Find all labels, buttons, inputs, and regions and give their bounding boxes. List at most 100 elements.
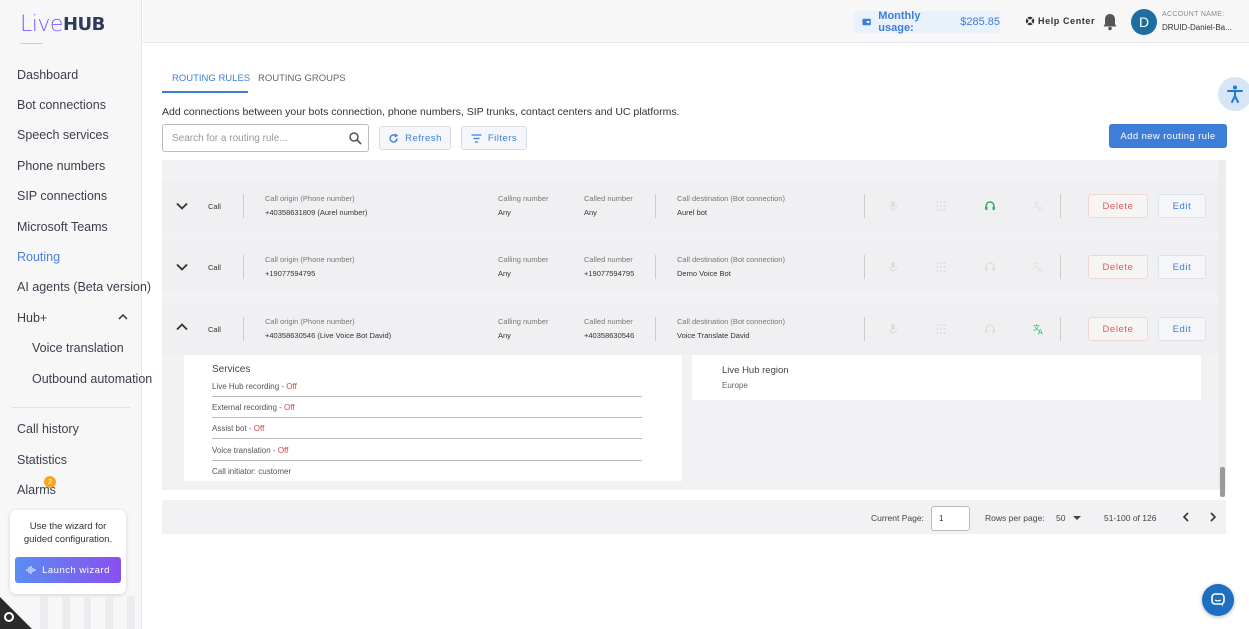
origin-value: +40358630546 (Live Voice Bot David) bbox=[265, 331, 392, 340]
lifebuoy-icon bbox=[1025, 16, 1035, 26]
chevron-up-icon[interactable] bbox=[118, 312, 128, 322]
destination-value: Demo Voice Bot bbox=[677, 269, 731, 278]
service-assist-bot: Assist bot - Off bbox=[212, 424, 265, 433]
chat-launcher-button[interactable] bbox=[1202, 584, 1234, 616]
translate-icon: 文A bbox=[1033, 200, 1043, 213]
next-page-icon[interactable] bbox=[1206, 510, 1220, 524]
delete-button[interactable]: Delete bbox=[1088, 194, 1148, 218]
caret-down-icon bbox=[1072, 516, 1081, 520]
headset-agent-icon bbox=[985, 201, 995, 210]
called-header: Called number bbox=[584, 317, 633, 326]
sidebar-item-ai-agents[interactable]: AI agents (Beta version) bbox=[17, 280, 151, 294]
page-description: Add connections between your bots connec… bbox=[162, 106, 680, 118]
current-page-input[interactable]: 1 bbox=[931, 506, 970, 531]
page-range: 51-100 of 126 bbox=[1104, 513, 1157, 523]
row-separator bbox=[243, 317, 244, 341]
delete-button[interactable]: Delete bbox=[1088, 255, 1148, 279]
sidebar-item-voice-translation[interactable]: Voice translation bbox=[32, 341, 124, 355]
microphone-icon bbox=[889, 262, 897, 272]
sidebar-item-speech-services[interactable]: Speech services bbox=[17, 128, 109, 142]
edit-button[interactable]: Edit bbox=[1158, 255, 1206, 279]
logo-divider bbox=[20, 43, 42, 44]
chevron-down-icon[interactable] bbox=[176, 262, 188, 272]
list-scrollbar-thumb[interactable] bbox=[1220, 467, 1225, 497]
waveform-icon bbox=[26, 566, 36, 574]
account-name[interactable]: DRUID-Daniel-Ba... bbox=[1162, 23, 1232, 32]
service-divider bbox=[212, 396, 642, 397]
svg-text:A: A bbox=[1038, 267, 1043, 274]
help-center-link[interactable]: Help Center bbox=[1025, 16, 1095, 26]
notification-bell-icon[interactable] bbox=[1102, 13, 1118, 31]
dialpad-icon bbox=[936, 262, 946, 272]
destination-header: Call destination (Bot connection) bbox=[677, 255, 785, 264]
chevron-down-icon[interactable] bbox=[176, 201, 188, 211]
chevron-up-icon[interactable] bbox=[176, 322, 188, 332]
table-row[interactable]: Call Call origin (Phone number) +4035863… bbox=[162, 180, 1218, 232]
delete-button[interactable]: Delete bbox=[1088, 317, 1148, 341]
refresh-button[interactable]: Refresh bbox=[379, 126, 451, 150]
sidebar-item-bot-connections[interactable]: Bot connections bbox=[17, 98, 106, 112]
sidebar-item-statistics[interactable]: Statistics bbox=[17, 453, 67, 467]
alarm-count-badge: 2 bbox=[44, 476, 56, 488]
refresh-icon bbox=[389, 132, 399, 143]
wallet-icon bbox=[862, 18, 871, 26]
row-separator bbox=[243, 255, 244, 279]
svg-text:A: A bbox=[1038, 206, 1043, 213]
table-row-expanded[interactable]: Call Call origin (Phone number) +4035863… bbox=[162, 303, 1218, 355]
origin-header: Call origin (Phone number) bbox=[265, 317, 355, 326]
dialpad-icon bbox=[936, 201, 946, 211]
sidebar-item-call-history[interactable]: Call history bbox=[17, 422, 79, 436]
sidebar-item-routing[interactable]: Routing bbox=[17, 250, 60, 264]
search-input[interactable]: Search for a routing rule... bbox=[162, 124, 369, 152]
called-header: Called number bbox=[584, 255, 633, 264]
tab-routing-groups[interactable]: ROUTING GROUPS bbox=[258, 73, 346, 84]
service-voice-translation: Voice translation - Off bbox=[212, 446, 289, 455]
launch-wizard-button[interactable]: Launch wizard bbox=[15, 557, 121, 583]
sidebar-item-phone-numbers[interactable]: Phone numbers bbox=[17, 159, 105, 173]
chat-icon bbox=[1211, 593, 1225, 607]
origin-value: +19077594795 bbox=[265, 269, 316, 278]
list-scrollbar-track[interactable] bbox=[1218, 160, 1226, 490]
sidebar-item-dashboard[interactable]: Dashboard bbox=[17, 68, 78, 82]
calling-value: Any bbox=[498, 331, 511, 340]
active-tab-indicator bbox=[162, 91, 248, 93]
wizard-card: Use the wizard for guided configuration.… bbox=[10, 510, 126, 594]
sidebar-item-outbound-automation[interactable]: Outbound automation bbox=[32, 372, 152, 386]
row-separator bbox=[655, 255, 656, 279]
rows-per-page-select[interactable]: 50 bbox=[1056, 513, 1081, 523]
accessibility-button[interactable] bbox=[1218, 77, 1249, 111]
services-panel: Services Live Hub recording - Off Extern… bbox=[184, 355, 682, 481]
service-divider bbox=[212, 417, 642, 418]
settings-corner-icon[interactable] bbox=[4, 612, 14, 622]
avatar[interactable]: D bbox=[1131, 9, 1157, 35]
decorative-stripes bbox=[40, 596, 135, 629]
region-value: Europe bbox=[722, 381, 748, 390]
rule-type: Call bbox=[208, 202, 221, 211]
row-separator bbox=[1060, 255, 1061, 279]
sidebar-item-hub-plus[interactable]: Hub+ bbox=[17, 311, 47, 325]
edit-button[interactable]: Edit bbox=[1158, 194, 1206, 218]
previous-page-icon[interactable] bbox=[1179, 510, 1193, 524]
add-new-routing-rule-button[interactable]: Add new routing rule bbox=[1109, 124, 1227, 148]
region-title: Live Hub region bbox=[722, 365, 789, 376]
table-row[interactable]: Call Call origin (Phone number) +1907759… bbox=[162, 241, 1218, 293]
tab-routing-rules[interactable]: ROUTING RULES bbox=[172, 73, 250, 84]
row-separator bbox=[1060, 317, 1061, 341]
filter-icon bbox=[471, 133, 482, 143]
row-separator bbox=[864, 194, 865, 218]
headset-agent-icon bbox=[985, 324, 995, 333]
livehub-logo[interactable]: Live HUB bbox=[20, 10, 105, 38]
edit-button[interactable]: Edit bbox=[1158, 317, 1206, 341]
search-icon[interactable] bbox=[348, 131, 362, 145]
sidebar-item-sip-connections[interactable]: SIP connections bbox=[17, 189, 107, 203]
origin-value: +40358631809 (Aurel number) bbox=[265, 208, 368, 217]
microphone-icon bbox=[889, 324, 897, 334]
sidebar-item-microsoft-teams[interactable]: Microsoft Teams bbox=[17, 220, 108, 234]
rule-type: Call bbox=[208, 325, 221, 334]
region-panel: Live Hub region Europe bbox=[692, 355, 1201, 400]
sidebar: Live HUB Dashboard Bot connections Speech… bbox=[0, 0, 152, 629]
filters-button[interactable]: Filters bbox=[461, 126, 527, 150]
help-center-label: Help Center bbox=[1038, 16, 1096, 26]
called-value: +40358630546 bbox=[584, 331, 635, 340]
calling-value: Any bbox=[498, 208, 511, 217]
